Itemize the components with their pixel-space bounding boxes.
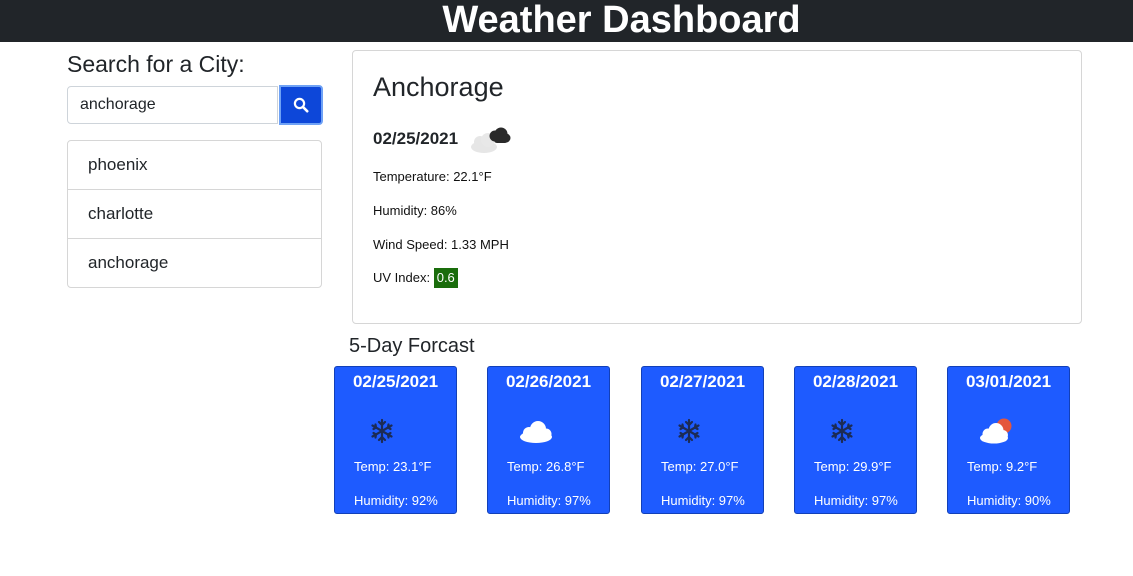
partly-cloudy-icon [980, 418, 1012, 444]
snowflake-icon [371, 418, 393, 444]
app-title: Weather Dashboard [442, 0, 801, 41]
forecast-heading: 5-Day Forcast [349, 335, 475, 357]
forecast-temp: Temp: 27.0°F [661, 459, 739, 474]
current-weather-card: Anchorage 02/25/2021 Temperature: 22.1°F… [352, 50, 1082, 324]
cloud-icon [520, 421, 552, 443]
forecast-temp: Temp: 9.2°F [967, 459, 1038, 474]
forecast-temp: Temp: 23.1°F [354, 459, 432, 474]
current-humidity: Humidity: 86% [373, 203, 457, 218]
forecast-date: 03/01/2021 [965, 372, 1052, 391]
forecast-humidity: Humidity: 97% [507, 493, 591, 508]
current-wind-speed: Wind Speed: 1.33 MPH [373, 237, 509, 252]
snowflake-icon [678, 418, 700, 444]
forecast-humidity: Humidity: 97% [814, 493, 898, 508]
forecast-date: 02/25/2021 [352, 372, 439, 391]
forecast-humidity: Humidity: 92% [354, 493, 438, 508]
history-item-anchorage[interactable]: anchorage [68, 239, 321, 287]
uv-index-label: UV Index: [373, 270, 431, 285]
forecast-date: 02/27/2021 [659, 372, 746, 391]
snowflake-icon [831, 418, 853, 444]
forecast-card: 02/25/2021 Temp: 23.1°F Humidity: 92% [334, 366, 457, 514]
forecast-temp: Temp: 29.9°F [814, 459, 892, 474]
dark-clouds-icon [471, 127, 511, 153]
search-history-list: phoenix charlotte anchorage [67, 140, 322, 288]
current-date: 02/25/2021 [373, 129, 459, 148]
search-button[interactable] [279, 85, 323, 125]
forecast-card: 03/01/2021 Temp: 9.2°F Humidity: 90% [947, 366, 1070, 514]
history-item-phoenix[interactable]: phoenix [68, 141, 321, 190]
search-icon [293, 97, 309, 113]
current-uv-row: UV Index: 0.6 [373, 268, 458, 288]
forecast-card: 02/28/2021 Temp: 29.9°F Humidity: 97% [794, 366, 917, 514]
forecast-humidity: Humidity: 97% [661, 493, 745, 508]
forecast-date: 02/28/2021 [812, 372, 899, 391]
current-temperature: Temperature: 22.1°F [373, 169, 492, 184]
forecast-card: 02/27/2021 Temp: 27.0°F Humidity: 97% [641, 366, 764, 514]
history-item-charlotte[interactable]: charlotte [68, 190, 321, 239]
app-header: Weather Dashboard [0, 0, 1133, 42]
forecast-card: 02/26/2021 Temp: 26.8°F Humidity: 97% [487, 366, 610, 514]
current-city-name: Anchorage [373, 72, 504, 102]
forecast-humidity: Humidity: 90% [967, 493, 1051, 508]
search-heading: Search for a City: [67, 51, 245, 77]
forecast-date: 02/26/2021 [505, 372, 592, 391]
forecast-temp: Temp: 26.8°F [507, 459, 585, 474]
city-search-input[interactable] [67, 86, 278, 124]
uv-index-badge: 0.6 [433, 268, 458, 288]
